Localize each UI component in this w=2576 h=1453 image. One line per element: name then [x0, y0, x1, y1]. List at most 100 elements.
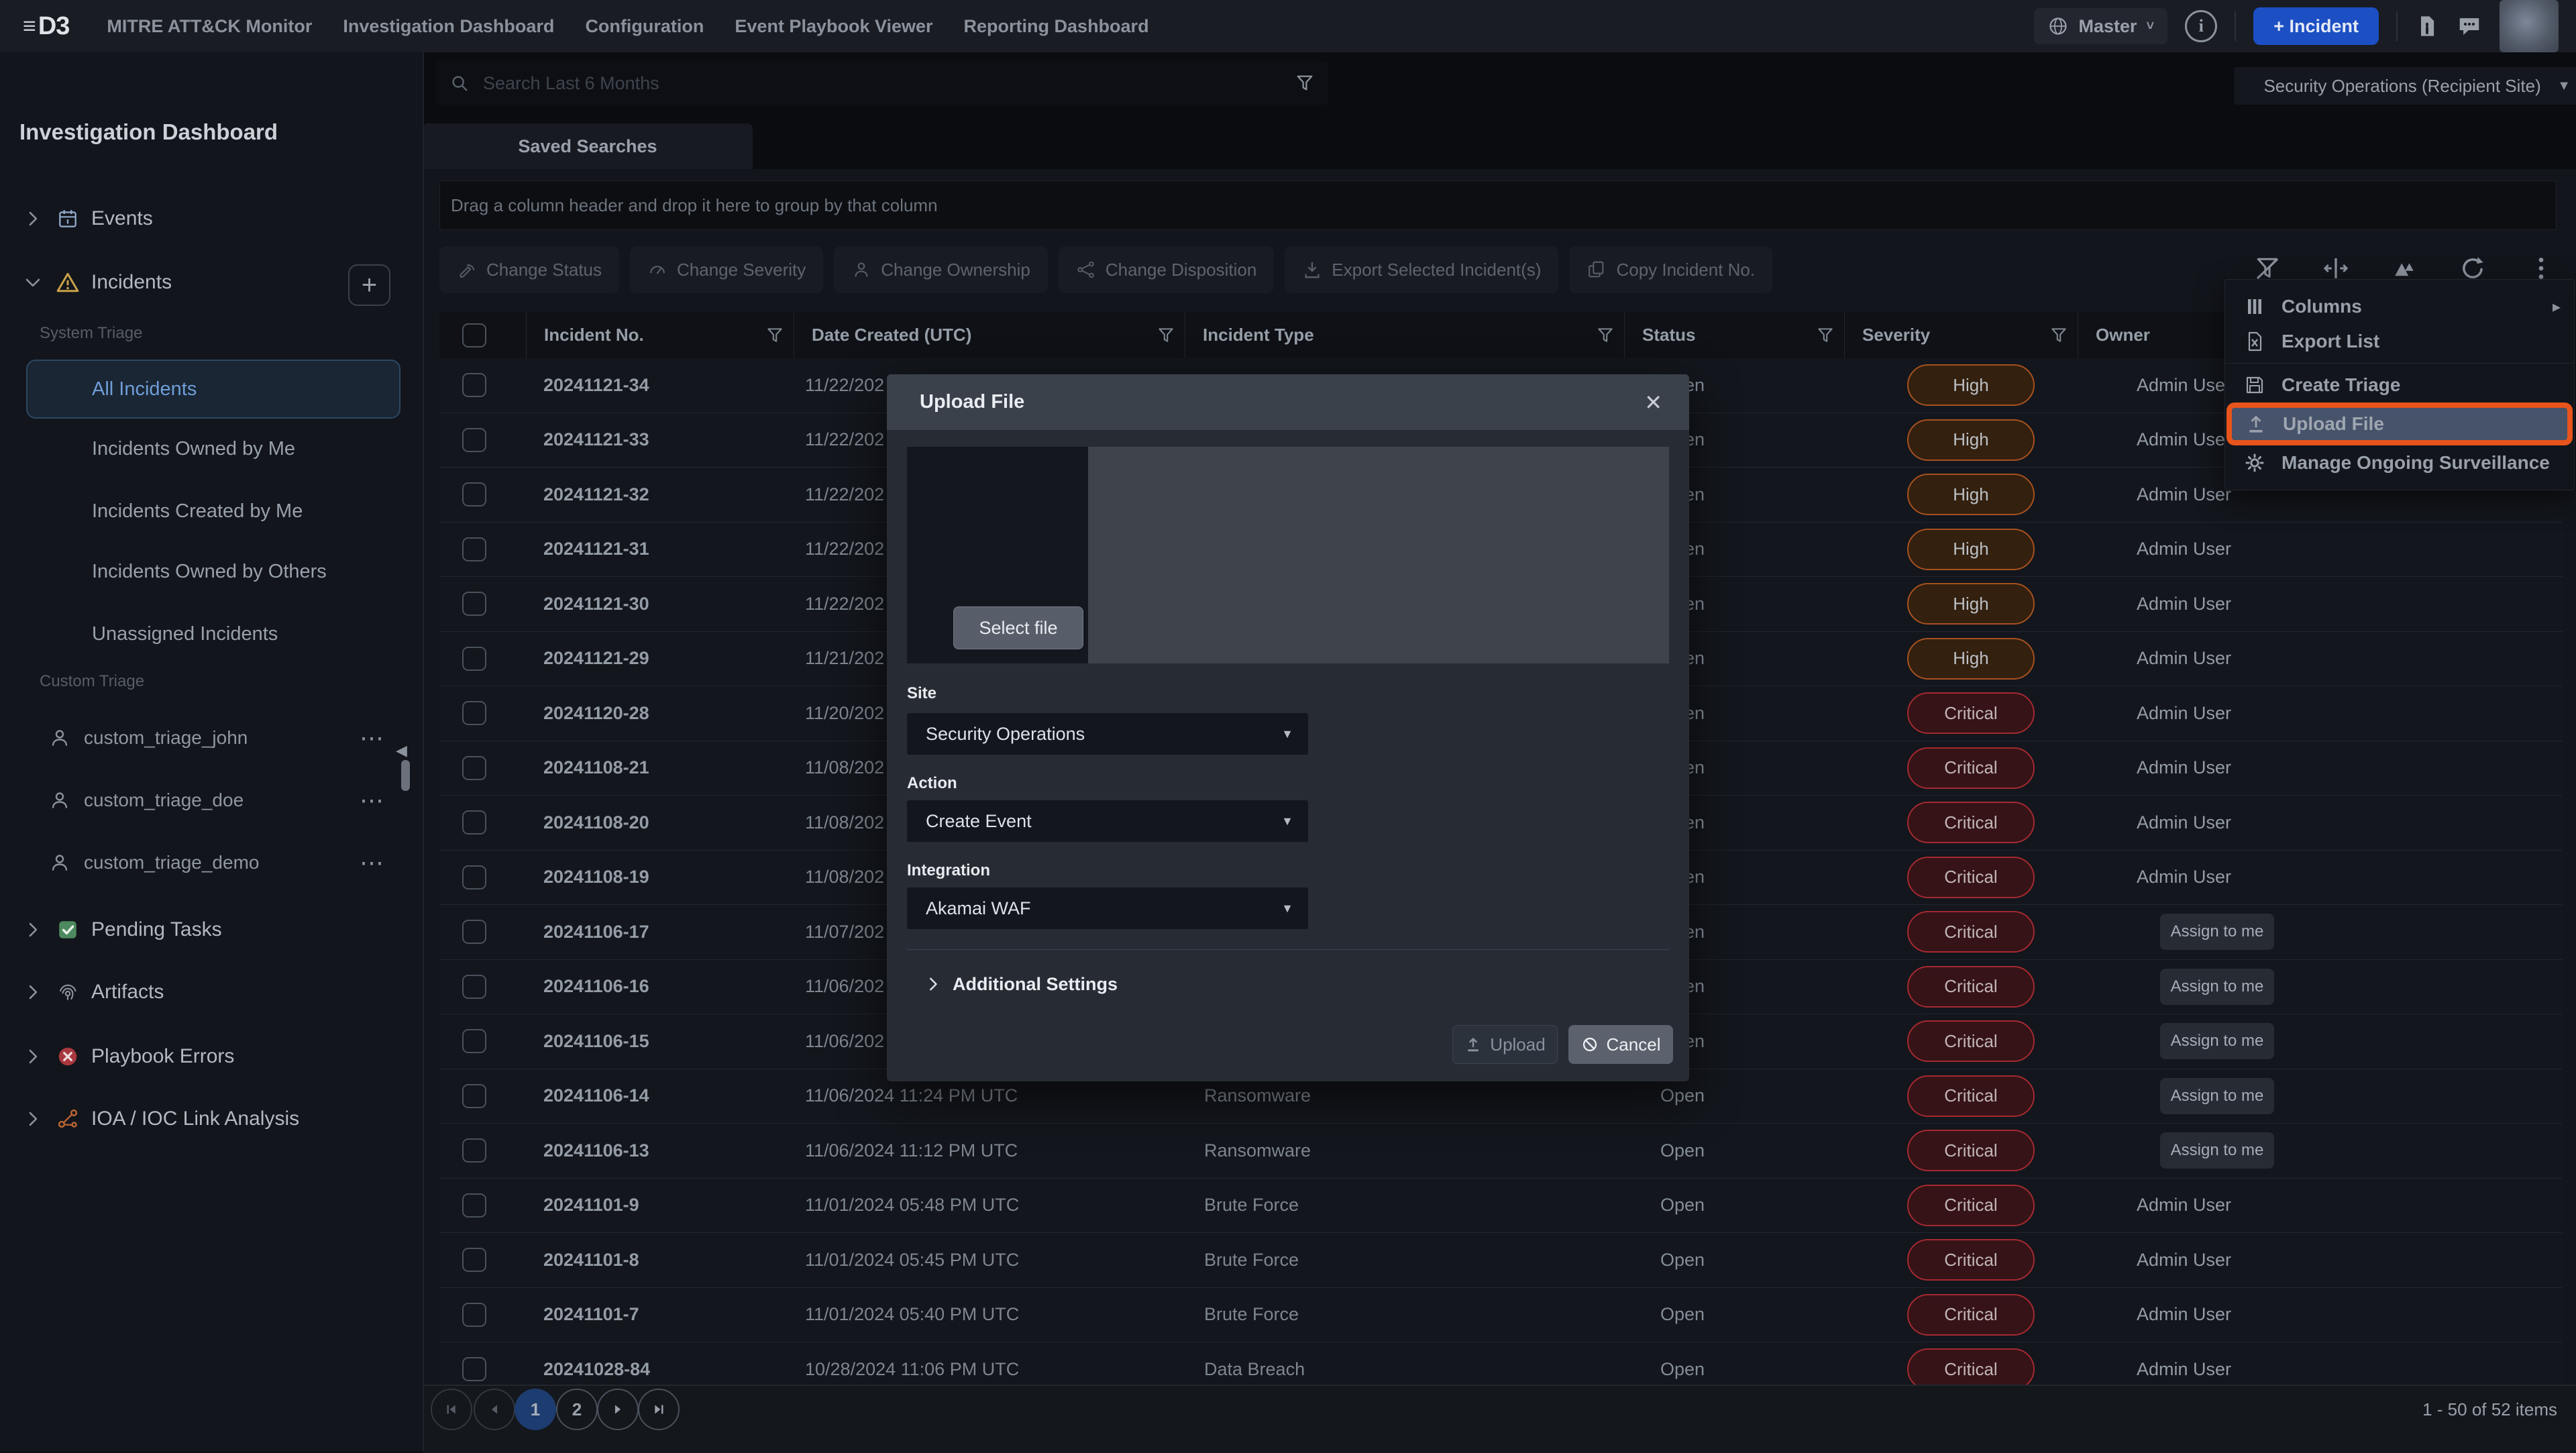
next-page-button[interactable]: [597, 1389, 639, 1430]
change-disposition-button[interactable]: Change Disposition: [1059, 246, 1274, 293]
d3-logo[interactable]: ≡D3: [23, 12, 69, 41]
menu-item-create-triage[interactable]: Create Triage: [2225, 368, 2574, 402]
filter-icon[interactable]: [1596, 326, 1615, 345]
item-options-icon[interactable]: ⋯: [360, 849, 385, 877]
integration-select[interactable]: Akamai WAF ▼: [907, 887, 1308, 929]
more-options-icon[interactable]: [2528, 255, 2555, 282]
row-checkbox[interactable]: [462, 1029, 486, 1053]
incident-number-cell[interactable]: 20241121-29: [543, 632, 649, 686]
first-page-button[interactable]: [431, 1389, 472, 1430]
filter-icon[interactable]: [1157, 326, 1175, 345]
prev-page-button[interactable]: [474, 1389, 515, 1430]
row-checkbox[interactable]: [462, 701, 486, 725]
sidebar-item-incidents-owned-by-me[interactable]: Incidents Owned by Me: [0, 429, 420, 469]
menu-item-upload-file[interactable]: Upload File: [2226, 402, 2573, 445]
sidebar-item-custom-triage-doe[interactable]: custom_triage_doe⋯: [0, 780, 420, 820]
incident-number-cell[interactable]: 20241106-15: [543, 1014, 649, 1069]
menu-item-manage-ongoing-surveillance[interactable]: Manage Ongoing Surveillance: [2225, 445, 2574, 480]
column-header-incident-no[interactable]: Incident No.: [526, 312, 794, 358]
sort-icon[interactable]: [2391, 255, 2418, 282]
tab-saved-searches[interactable]: Saved Searches: [423, 123, 753, 169]
search-filter-icon[interactable]: [1295, 73, 1315, 93]
row-checkbox[interactable]: [462, 1303, 486, 1327]
site-select[interactable]: Security Operations ▼: [907, 713, 1308, 755]
change-ownership-button[interactable]: Change Ownership: [834, 246, 1048, 293]
info-icon[interactable]: i: [2185, 10, 2217, 42]
filter-icon[interactable]: [2049, 326, 2068, 345]
row-checkbox[interactable]: [462, 592, 486, 616]
column-header-date-created-utc[interactable]: Date Created (UTC): [794, 312, 1185, 358]
assign-to-me-button[interactable]: Assign to me: [2160, 1132, 2274, 1169]
incident-number-cell[interactable]: 20241106-13: [543, 1124, 649, 1178]
row-checkbox[interactable]: [462, 1138, 486, 1163]
item-options-icon[interactable]: ⋯: [360, 786, 385, 814]
sidebar-item-custom-triage-demo[interactable]: custom_triage_demo⋯: [0, 843, 420, 883]
row-checkbox[interactable]: [462, 647, 486, 671]
assign-to-me-button[interactable]: Assign to me: [2160, 914, 2274, 950]
row-checkbox[interactable]: [462, 1248, 486, 1272]
incident-number-cell[interactable]: 20241121-34: [543, 358, 649, 413]
row-checkbox[interactable]: [462, 373, 486, 397]
copy-incident-no-button[interactable]: Copy Incident No.: [1569, 246, 1772, 293]
export-selected-incident-s-button[interactable]: Export Selected Incident(s): [1285, 246, 1558, 293]
row-checkbox[interactable]: [462, 428, 486, 452]
page-button-2[interactable]: 2: [556, 1389, 598, 1430]
select-file-button[interactable]: Select file: [953, 606, 1083, 649]
row-checkbox[interactable]: [462, 482, 486, 506]
incident-number-cell[interactable]: 20241106-14: [543, 1069, 649, 1124]
sidebar-group-playbook-errors[interactable]: Playbook Errors: [0, 1036, 420, 1077]
file-drop-area[interactable]: Select file: [907, 447, 1669, 663]
column-header-incident-type[interactable]: Incident Type: [1185, 312, 1624, 358]
avatar[interactable]: [2500, 0, 2559, 52]
incident-number-cell[interactable]: 20241121-32: [543, 468, 649, 522]
row-checkbox[interactable]: [462, 1084, 486, 1108]
chat-icon[interactable]: [2457, 13, 2482, 39]
row-checkbox[interactable]: [462, 537, 486, 561]
nav-item-reporting-dashboard[interactable]: Reporting Dashboard: [964, 16, 1149, 37]
change-status-button[interactable]: Change Status: [439, 246, 619, 293]
row-checkbox[interactable]: [462, 756, 486, 780]
incident-number-cell[interactable]: 20241101-7: [543, 1288, 639, 1342]
row-checkbox[interactable]: [462, 975, 486, 999]
last-page-button[interactable]: [638, 1389, 680, 1430]
menu-item-export-list[interactable]: Export List: [2225, 324, 2574, 359]
incident-number-cell[interactable]: 20241120-28: [543, 686, 649, 741]
assign-to-me-button[interactable]: Assign to me: [2160, 969, 2274, 1005]
sidebar-group-artifacts[interactable]: Artifacts: [0, 972, 420, 1012]
nav-item-configuration[interactable]: Configuration: [585, 16, 704, 37]
incident-number-cell[interactable]: 20241101-8: [543, 1233, 639, 1287]
nav-item-event-playbook-viewer[interactable]: Event Playbook Viewer: [735, 16, 932, 37]
row-checkbox[interactable]: [462, 865, 486, 890]
tenant-selector[interactable]: Master ˅: [2034, 8, 2167, 44]
close-icon[interactable]: ✕: [1638, 374, 1669, 430]
column-width-icon[interactable]: [2322, 255, 2349, 282]
sidebar-group-events[interactable]: Events: [0, 199, 420, 239]
row-checkbox[interactable]: [462, 810, 486, 835]
sidebar-item-unassigned-incidents[interactable]: Unassigned Incidents: [0, 614, 420, 654]
release-notes-icon[interactable]: [2415, 14, 2439, 38]
change-severity-button[interactable]: Change Severity: [630, 246, 823, 293]
filter-icon[interactable]: [765, 326, 784, 345]
row-checkbox[interactable]: [462, 1193, 486, 1218]
sidebar-item-incidents-owned-by-others[interactable]: Incidents Owned by Others: [0, 551, 420, 592]
search-input[interactable]: [482, 72, 1295, 95]
menu-item-columns[interactable]: Columns▸: [2225, 289, 2574, 324]
item-options-icon[interactable]: ⋯: [360, 724, 385, 752]
action-select[interactable]: Create Event ▼: [907, 800, 1308, 842]
incident-number-cell[interactable]: 20241121-31: [543, 523, 649, 577]
incident-number-cell[interactable]: 20241108-20: [543, 796, 649, 850]
row-checkbox[interactable]: [462, 1357, 486, 1381]
sidebar-item-custom-triage-john[interactable]: custom_triage_john⋯: [0, 718, 420, 758]
clear-filter-icon[interactable]: [2254, 255, 2281, 282]
assign-to-me-button[interactable]: Assign to me: [2160, 1023, 2274, 1059]
incident-number-cell[interactable]: 20241108-21: [543, 741, 649, 796]
sidebar-item-all-incidents[interactable]: All Incidents: [26, 360, 400, 419]
new-incident-button[interactable]: + Incident: [2253, 7, 2379, 45]
group-by-dropzone[interactable]: Drag a column header and drop it here to…: [439, 180, 2557, 230]
incident-number-cell[interactable]: 20241106-16: [543, 960, 649, 1014]
incident-number-cell[interactable]: 20241121-33: [543, 413, 649, 468]
sidebar-item-incidents-created-by-me[interactable]: Incidents Created by Me: [0, 491, 420, 531]
column-header-status[interactable]: Status: [1624, 312, 1844, 358]
global-search[interactable]: [436, 61, 1328, 105]
column-header-severity[interactable]: Severity: [1844, 312, 2078, 358]
